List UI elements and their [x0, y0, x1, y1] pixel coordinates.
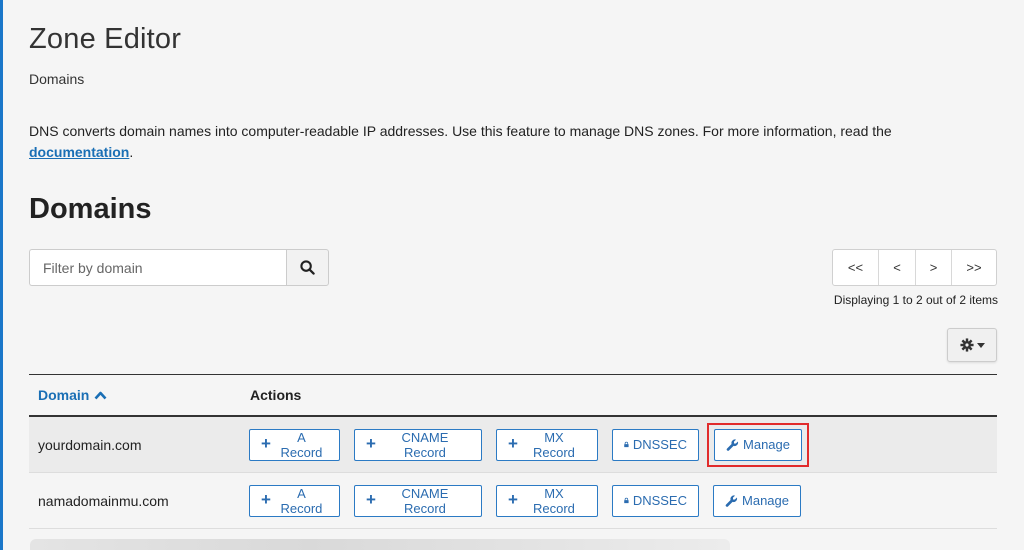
manage-button[interactable]: Manage [714, 428, 802, 461]
settings-dropdown-button[interactable] [947, 328, 997, 362]
add-mx-record-button[interactable]: + MX Record [496, 428, 598, 461]
table-row: namadomainmu.com + A Record + CNAME Reco… [29, 473, 997, 529]
lock-icon [624, 441, 629, 448]
description-suffix: . [129, 144, 134, 160]
next-page-button[interactable]: > [916, 250, 952, 285]
sort-ascending-icon [94, 391, 107, 399]
search-button[interactable] [286, 249, 329, 286]
plus-icon: + [261, 434, 271, 453]
domain-column-header[interactable]: Domain [29, 387, 250, 403]
dnssec-button[interactable]: DNSSEC [612, 428, 699, 461]
gear-icon [959, 338, 974, 352]
add-mx-record-button[interactable]: + MX Record [496, 484, 598, 517]
left-accent-bar [0, 0, 3, 550]
chevron-down-icon [976, 342, 985, 348]
previous-page-button[interactable]: < [879, 250, 916, 285]
add-a-record-button[interactable]: + A Record [249, 484, 340, 517]
domain-header-label: Domain [38, 387, 90, 403]
last-page-button[interactable]: >> [952, 250, 996, 285]
plus-icon: + [261, 490, 271, 509]
wrench-icon [726, 438, 739, 451]
manage-button[interactable]: Manage [713, 484, 801, 517]
dnssec-label: DNSSEC [632, 437, 687, 452]
bottom-panel-edge [30, 539, 730, 550]
wrench-icon [725, 494, 738, 507]
manage-label: Manage [742, 493, 789, 508]
plus-icon: + [366, 434, 376, 453]
page-title: Zone Editor [29, 23, 182, 55]
pagination-status: Displaying 1 to 2 out of 2 items [833, 293, 998, 307]
first-page-button[interactable]: << [833, 250, 879, 285]
table-row: yourdomain.com + A Record + CNAME Record… [29, 417, 997, 473]
actions-column-header: Actions [250, 387, 302, 403]
add-cname-record-button[interactable]: + CNAME Record [354, 484, 482, 517]
cname-record-label: CNAME Record [401, 429, 449, 460]
documentation-link[interactable]: documentation [29, 144, 129, 160]
manage-label: Manage [743, 437, 790, 452]
add-a-record-button[interactable]: + A Record [249, 428, 340, 461]
lock-icon [624, 497, 629, 504]
domain-cell: yourdomain.com [38, 436, 142, 453]
plus-icon: + [366, 490, 376, 509]
manage-highlight-box: Manage [707, 422, 809, 467]
page-description: DNS converts domain names into computer-… [29, 121, 989, 163]
breadcrumb: Domains [29, 71, 85, 87]
search-icon [300, 260, 315, 275]
cname-record-label: CNAME Record [401, 485, 449, 516]
mx-record-label: MX Record [533, 485, 575, 516]
domain-cell: namadomainmu.com [38, 492, 169, 509]
description-text: DNS converts domain names into computer-… [29, 123, 892, 139]
add-cname-record-button[interactable]: + CNAME Record [354, 428, 482, 461]
dnssec-label: DNSSEC [632, 493, 687, 508]
a-record-label: A Record [280, 429, 323, 460]
a-record-label: A Record [280, 485, 323, 516]
mx-record-label: MX Record [533, 429, 575, 460]
dnssec-button[interactable]: DNSSEC [612, 484, 699, 517]
domains-table: Domain Actions yourdomain.com + A Record… [29, 374, 997, 529]
plus-icon: + [508, 490, 518, 509]
plus-icon: + [508, 434, 518, 453]
row-actions: + A Record + CNAME Record + MX Record DN… [249, 422, 809, 467]
search-input[interactable] [29, 249, 286, 286]
table-header: Domain Actions [29, 375, 997, 417]
search-group [29, 249, 329, 286]
section-title: Domains [29, 193, 152, 225]
pagination: << < > >> [832, 249, 997, 286]
row-actions: + A Record + CNAME Record + MX Record DN… [249, 484, 801, 517]
